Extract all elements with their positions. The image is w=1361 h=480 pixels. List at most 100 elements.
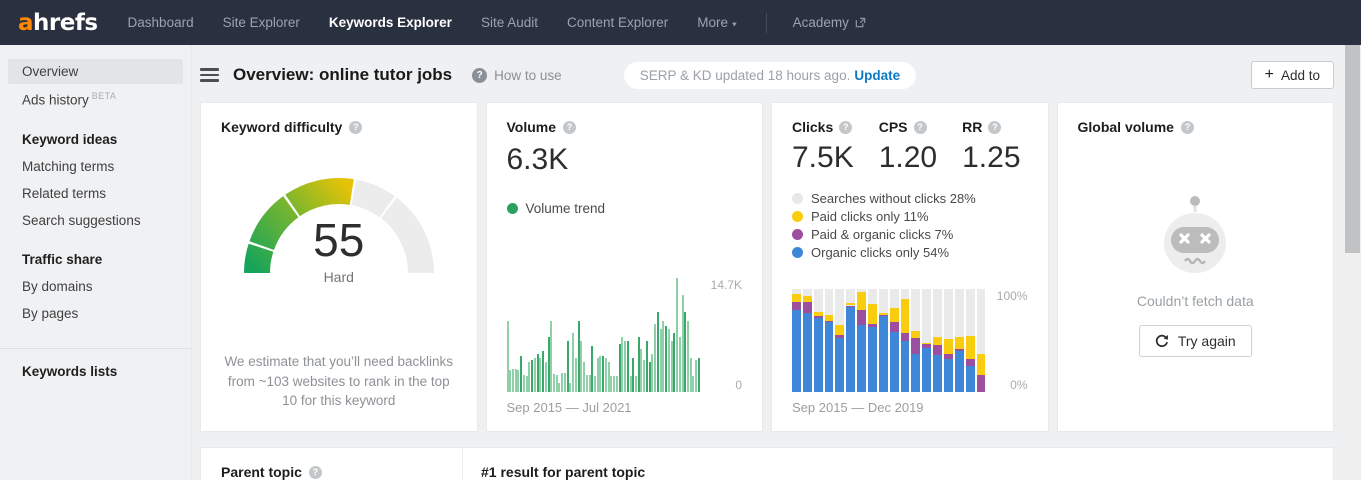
volume-bar[interactable] bbox=[689, 357, 692, 392]
volume-bar[interactable] bbox=[563, 372, 566, 392]
sidebar-item-related-terms[interactable]: Related terms bbox=[8, 181, 183, 206]
volume-bar[interactable] bbox=[686, 321, 689, 392]
clicks-bar[interactable] bbox=[802, 289, 812, 392]
menu-toggle-icon[interactable] bbox=[200, 68, 219, 82]
nav-item-academy[interactable]: Academy bbox=[793, 15, 866, 30]
nav-item-dashboard[interactable]: Dashboard bbox=[128, 15, 194, 30]
clicks-bar[interactable] bbox=[911, 289, 921, 392]
clicks-bar[interactable] bbox=[846, 289, 856, 392]
clicks-bar[interactable] bbox=[954, 289, 964, 392]
volume-bar[interactable] bbox=[536, 354, 539, 392]
volume-bar[interactable] bbox=[602, 355, 605, 392]
volume-trend-bars[interactable] bbox=[506, 278, 701, 392]
volume-bar[interactable] bbox=[585, 374, 588, 392]
clicks-bar[interactable] bbox=[933, 289, 943, 392]
volume-bar[interactable] bbox=[637, 337, 640, 392]
help-icon[interactable]: ? bbox=[472, 67, 488, 83]
ahrefs-logo[interactable]: ahrefs bbox=[18, 10, 98, 36]
nav-item-content-explorer[interactable]: Content Explorer bbox=[567, 15, 668, 30]
volume-bar[interactable] bbox=[604, 357, 607, 392]
volume-bar[interactable] bbox=[588, 374, 591, 392]
volume-bar[interactable] bbox=[648, 362, 651, 392]
volume-bar[interactable] bbox=[533, 357, 536, 392]
volume-bar[interactable] bbox=[594, 376, 596, 392]
kd-help-icon[interactable]: ? bbox=[349, 120, 363, 134]
volume-bar[interactable] bbox=[596, 357, 599, 392]
volume-bar[interactable] bbox=[692, 376, 695, 392]
volume-bar[interactable] bbox=[552, 373, 555, 392]
clicks-bar[interactable] bbox=[900, 289, 910, 392]
scrollbar-thumb[interactable] bbox=[1345, 45, 1360, 253]
volume-bar[interactable] bbox=[591, 346, 594, 392]
volume-bar[interactable] bbox=[580, 340, 583, 392]
volume-bar[interactable] bbox=[539, 357, 542, 392]
sidebar-item-by-pages[interactable]: By pages bbox=[8, 301, 183, 326]
volume-bar[interactable] bbox=[555, 374, 558, 392]
volume-bar[interactable] bbox=[550, 321, 553, 392]
clicks-bar[interactable] bbox=[878, 289, 888, 392]
clicks-bar[interactable] bbox=[813, 289, 823, 392]
volume-bar[interactable] bbox=[667, 329, 670, 392]
volume-bar[interactable] bbox=[695, 360, 698, 392]
clicks-bars[interactable] bbox=[792, 289, 986, 392]
volume-bar[interactable] bbox=[520, 355, 523, 392]
clicks-bar[interactable] bbox=[976, 289, 986, 392]
volume-bar[interactable] bbox=[629, 376, 632, 392]
clicks-bar[interactable] bbox=[868, 289, 877, 392]
volume-bar[interactable] bbox=[525, 376, 528, 392]
update-link[interactable]: Update bbox=[854, 68, 900, 83]
volume-bar[interactable] bbox=[681, 295, 684, 392]
clicks-bar[interactable] bbox=[792, 289, 801, 392]
sidebar-item-matching-terms[interactable]: Matching terms bbox=[8, 154, 183, 179]
volume-bar[interactable] bbox=[528, 362, 531, 392]
clicks-help-icon[interactable]: ? bbox=[839, 120, 853, 134]
volume-bar[interactable] bbox=[624, 340, 627, 392]
sidebar-item-overview[interactable]: Overview bbox=[8, 59, 183, 84]
nav-item-more[interactable]: More ▾ bbox=[697, 15, 736, 30]
volume-bar[interactable] bbox=[640, 348, 643, 392]
volume-bar[interactable] bbox=[632, 357, 635, 392]
volume-bar[interactable] bbox=[599, 355, 602, 392]
volume-bar[interactable] bbox=[665, 325, 668, 392]
volume-help-icon[interactable]: ? bbox=[563, 120, 577, 134]
volume-bar[interactable] bbox=[558, 382, 561, 392]
clicks-bar[interactable] bbox=[922, 289, 932, 392]
parent-topic-help-icon[interactable]: ? bbox=[308, 465, 322, 479]
volume-bar[interactable] bbox=[547, 337, 550, 392]
sidebar-item-ads-history[interactable]: Ads history BETA bbox=[8, 86, 183, 113]
volume-bar[interactable] bbox=[678, 337, 681, 392]
volume-bar[interactable] bbox=[531, 360, 534, 392]
volume-bar[interactable] bbox=[566, 340, 569, 392]
volume-bar[interactable] bbox=[643, 360, 646, 392]
volume-bar[interactable] bbox=[572, 332, 575, 392]
volume-bar[interactable] bbox=[662, 321, 665, 392]
clicks-bar[interactable] bbox=[835, 289, 845, 392]
volume-bar[interactable] bbox=[577, 321, 580, 392]
volume-bar[interactable] bbox=[613, 376, 616, 392]
volume-bar[interactable] bbox=[635, 376, 638, 392]
volume-bar[interactable] bbox=[621, 337, 624, 392]
volume-bar[interactable] bbox=[618, 344, 621, 392]
sidebar-item-search-suggestions[interactable]: Search suggestions bbox=[8, 208, 183, 233]
nav-item-site-audit[interactable]: Site Audit bbox=[481, 15, 538, 30]
volume-bar[interactable] bbox=[654, 323, 657, 392]
volume-bar[interactable] bbox=[509, 370, 512, 392]
volume-bar[interactable] bbox=[676, 278, 679, 392]
volume-bar[interactable] bbox=[517, 370, 520, 392]
rr-help-icon[interactable]: ? bbox=[988, 120, 1002, 134]
volume-bar[interactable] bbox=[561, 372, 564, 392]
volume-bar[interactable] bbox=[610, 376, 613, 392]
volume-bar[interactable] bbox=[651, 354, 654, 392]
volume-bar[interactable] bbox=[684, 312, 687, 392]
volume-bar[interactable] bbox=[583, 362, 586, 392]
clicks-bar[interactable] bbox=[944, 289, 953, 392]
sidebar-item-by-domains[interactable]: By domains bbox=[8, 274, 183, 299]
volume-bar[interactable] bbox=[569, 382, 572, 392]
volume-bar[interactable] bbox=[544, 362, 547, 392]
volume-bar[interactable] bbox=[670, 340, 673, 392]
volume-bar[interactable] bbox=[506, 321, 509, 392]
volume-bar[interactable] bbox=[659, 329, 662, 392]
add-to-button[interactable]: + Add to bbox=[1250, 61, 1334, 89]
volume-bar[interactable] bbox=[607, 362, 610, 392]
volume-bar[interactable] bbox=[673, 332, 676, 392]
